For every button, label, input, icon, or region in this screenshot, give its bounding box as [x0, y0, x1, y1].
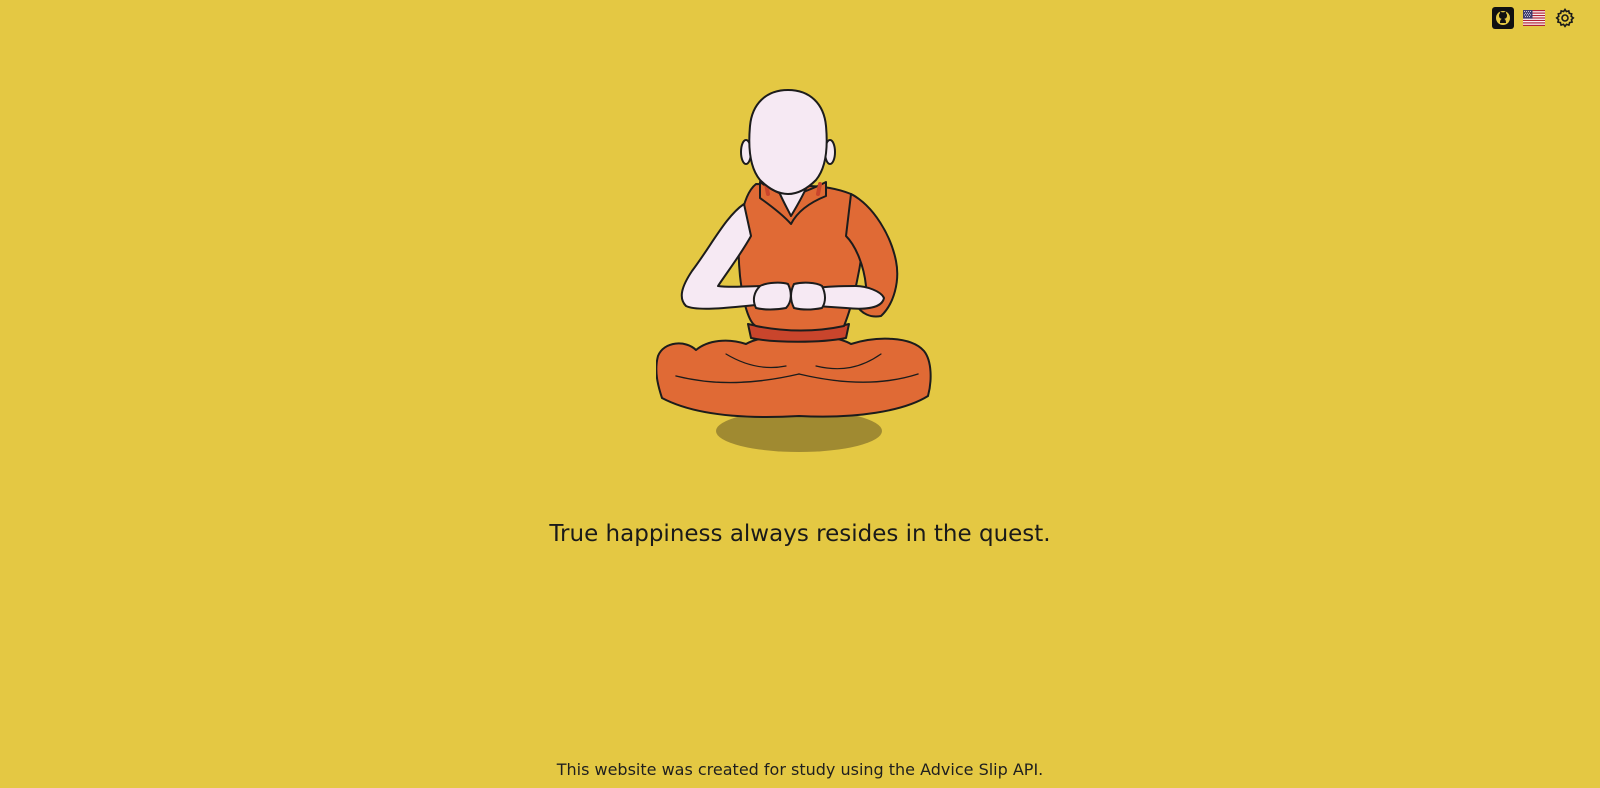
monk-legs	[656, 334, 932, 418]
settings-button[interactable]	[1554, 7, 1576, 29]
gear-icon	[1555, 8, 1575, 28]
github-link[interactable]	[1492, 7, 1514, 29]
advice-text: True happiness always resides in the que…	[549, 521, 1051, 547]
meditating-monk-illustration	[656, 89, 932, 452]
us-flag-icon	[1523, 10, 1545, 26]
language-switch[interactable]	[1523, 7, 1545, 29]
monk-head	[748, 89, 828, 195]
monk-hands	[752, 281, 792, 311]
github-icon	[1492, 7, 1514, 29]
footer-credit: This website was created for study using…	[556, 760, 1044, 779]
top-toolbar	[1492, 7, 1576, 29]
